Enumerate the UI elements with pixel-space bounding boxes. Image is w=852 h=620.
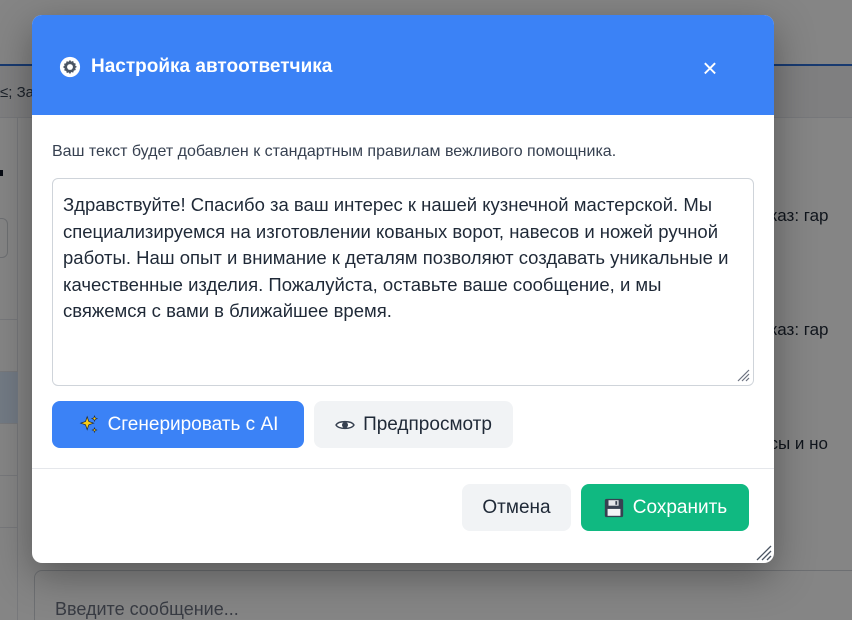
generate-ai-button[interactable]: Сгенерировать с AI [52,401,304,448]
cancel-button[interactable]: Отмена [462,484,571,531]
autoreply-text[interactable]: Здравствуйте! Спасибо за ваш интерес к н… [63,192,747,325]
close-icon[interactable]: × [697,55,723,81]
preview-button[interactable]: Предпросмотр [314,401,513,448]
resize-grip-icon[interactable] [736,368,750,382]
autoreply-textarea[interactable]: Здравствуйте! Спасибо за ваш интерес к н… [52,178,754,386]
save-button[interactable]: Сохранить [581,484,749,531]
preview-label: Предпросмотр [363,413,492,435]
floppy-disk-icon [603,497,625,519]
footer-divider [32,468,774,469]
save-label: Сохранить [632,496,728,518]
modal-description: Ваш текст будет добавлен к стандартным п… [52,143,617,160]
generate-ai-label: Сгенерировать с AI [107,413,279,435]
modal-resize-grip-icon[interactable] [754,543,772,561]
autoreply-settings-modal: Настройка автоответчика × Ваш текст буде… [32,15,774,563]
modal-title: Настройка автоответчика [91,56,333,77]
modal-header: Настройка автоответчика × [32,15,774,115]
sparkles-icon [78,414,100,436]
cancel-label: Отмена [482,496,551,518]
eye-icon [335,418,355,432]
gear-icon [59,56,81,78]
